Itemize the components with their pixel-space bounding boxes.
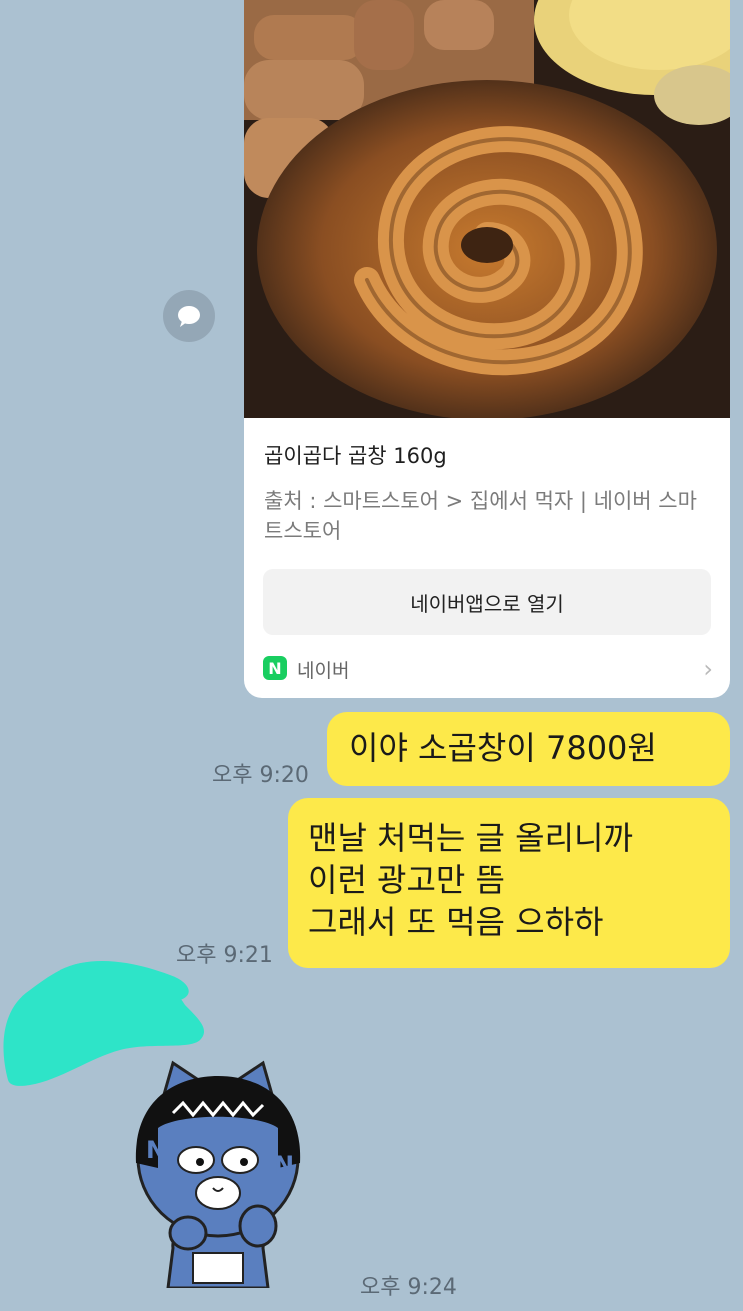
- sticker-letter-right: N: [274, 1151, 294, 1179]
- speech-bubble-icon: [178, 306, 200, 327]
- chevron-right-icon[interactable]: ›: [703, 655, 713, 683]
- message-text-line: 이런 광고만 뜸: [308, 861, 505, 899]
- card-footer[interactable]: N 네이버 ›: [263, 655, 713, 683]
- naver-logo-icon: N: [263, 656, 287, 680]
- message-text: 이야 소곱창이 7800원: [349, 729, 657, 767]
- message-bubble[interactable]: 맨날 처먹는 글 올리니까 이런 광고만 뜸 그래서 또 먹음 으하하: [288, 798, 730, 968]
- message-text-line: 그래서 또 먹음 으하하: [308, 903, 604, 941]
- product-title: 곱이곱다 곱창 160g: [264, 444, 447, 468]
- message-text-line: 맨날 처먹는 글 올리니까: [308, 819, 633, 857]
- message-time: 오후 9:24: [360, 1275, 457, 1300]
- sticker-letter-left: N: [146, 1136, 166, 1164]
- provider-label: 네이버: [297, 660, 350, 682]
- cat-sticker[interactable]: N N: [118, 1058, 318, 1288]
- link-preview-card[interactable]: 곱이곱다 곱창 160g 출처 : 스마트스토어 > 집에서 먹자 | 네이버 …: [244, 0, 730, 698]
- food-image[interactable]: [244, 0, 730, 418]
- share-button[interactable]: [163, 290, 215, 342]
- message-bubble[interactable]: 이야 소곱창이 7800원: [327, 712, 730, 786]
- open-in-naver-app-button[interactable]: 네이버앱으로 열기: [263, 569, 711, 635]
- message-time: 오후 9:20: [212, 763, 309, 788]
- product-source: 출처 : 스마트스토어 > 집에서 먹자 | 네이버 스마트스토어: [264, 489, 697, 543]
